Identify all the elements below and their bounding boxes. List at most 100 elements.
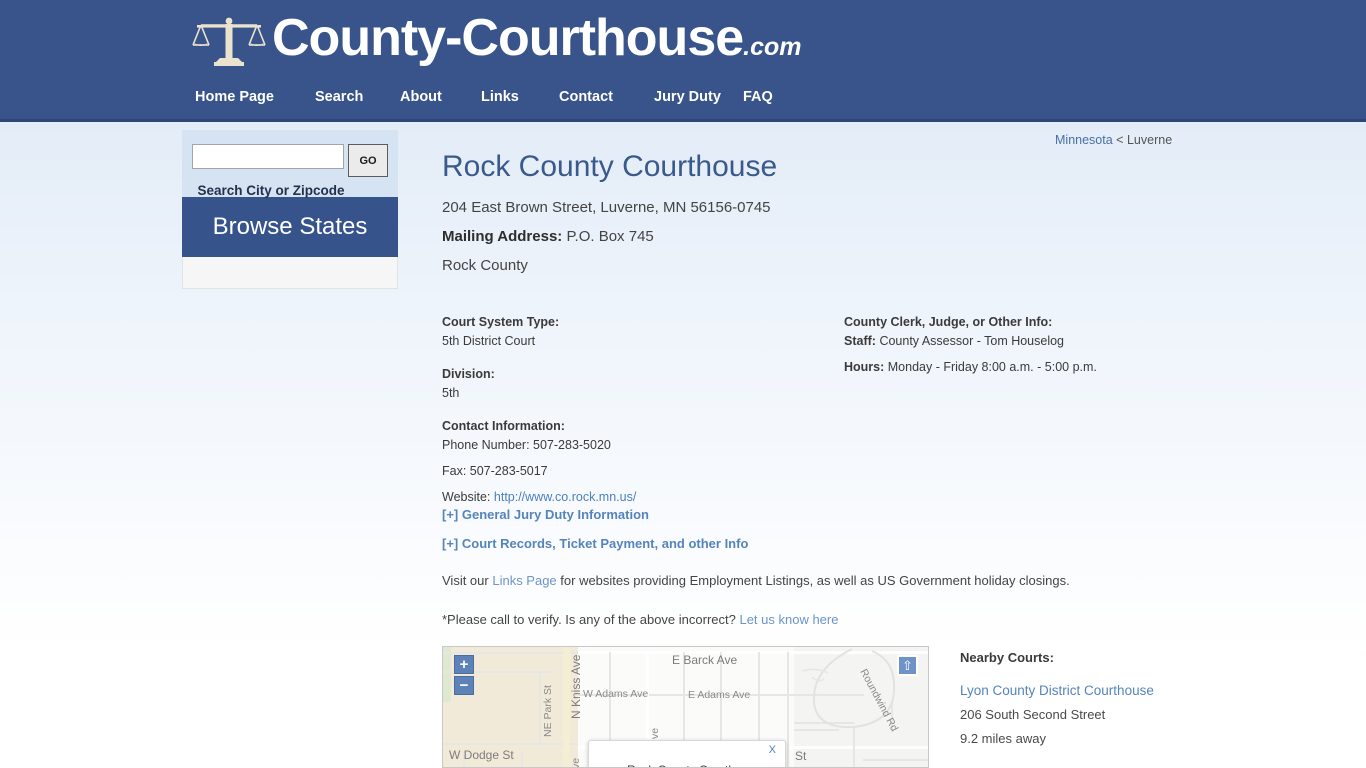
hours-value: Monday - Friday 8:00 a.m. - 5:00 p.m. (887, 360, 1097, 374)
breadcrumb-city: Luverne (1126, 133, 1173, 147)
expander-court-records[interactable]: [+] Court Records, Ticket Payment, and o… (442, 536, 1232, 551)
links-paragraph: Visit our Links Page for websites provid… (442, 572, 1232, 590)
nav-item-contact[interactable]: Contact (559, 89, 613, 105)
website-line: Website: http://www.co.rock.mn.us/ (442, 488, 822, 507)
division-value: 5th (442, 386, 460, 400)
court-system-value: 5th District Court (442, 334, 536, 348)
browse-states-button[interactable]: Browse States (182, 197, 398, 257)
map-info-popup: X Rock County Courthouse (588, 740, 786, 767)
map-road (443, 652, 578, 654)
nearby-court-address: 206 South Second Street (960, 707, 1106, 722)
info-column-right: County Clerk, Judge, or Other Info: Staf… (844, 313, 1224, 377)
nearby-court-link[interactable]: Lyon County District Courthouse (960, 683, 1260, 698)
go-button[interactable]: GO (348, 144, 388, 177)
links-paragraph-post: for websites providing Employment Listin… (556, 573, 1070, 588)
nearby-court-distance: 9.2 miles away (960, 731, 1046, 746)
map-park-area (443, 647, 451, 702)
site-header: County-Courthouse.com Home Page Search A… (0, 0, 1366, 122)
nearby-courts-heading: Nearby Courts: (960, 650, 1054, 665)
website-link[interactable]: http://www.co.rock.mn.us/ (494, 490, 636, 504)
sidebar-footer-panel (182, 257, 398, 289)
map-popup-close-icon[interactable]: X (769, 744, 776, 756)
map-street-label-ve-upper: ve (649, 727, 661, 739)
search-caption: Search City or Zipcode (197, 183, 345, 198)
contact-group: Contact Information: Phone Number: 507-2… (442, 417, 822, 507)
hours-label: Hours: (844, 360, 885, 374)
contact-label: Contact Information: (442, 419, 565, 433)
verify-paragraph-pre: *Please call to verify. Is any of the ab… (442, 612, 740, 627)
division-label: Division: (442, 367, 495, 381)
staff-line: Staff: County Assessor - Tom Houselog (844, 332, 1224, 351)
search-row: GO (192, 144, 388, 177)
site-logo[interactable]: County-Courthouse.com (190, 8, 802, 77)
map-road (758, 652, 760, 746)
breadcrumb: Minnesota < Luverne (1055, 133, 1172, 147)
nav-item-about[interactable]: About (400, 89, 442, 105)
nav-slot: Jury Duty (654, 88, 743, 106)
map-street-label-ve-lower: ve (570, 757, 582, 768)
map-pan-up-button[interactable]: ⇧ (897, 655, 918, 676)
street-address: 204 East Brown Street, Luverne, MN 56156… (442, 199, 771, 216)
links-page-link[interactable]: Links Page (492, 573, 556, 588)
nav-slot: Home Page (195, 88, 315, 106)
county-name: Rock County (442, 257, 528, 274)
staff-label: Staff: (844, 334, 876, 348)
map-zoom-in-button[interactable]: + (454, 655, 474, 674)
info-column-left: Court System Type: 5th District Court Di… (442, 313, 822, 521)
court-system-group: Court System Type: 5th District Court (442, 313, 822, 351)
sidebar: GO Search City or Zipcode Browse States (182, 130, 398, 289)
nav-item-links[interactable]: Links (481, 89, 519, 105)
court-system-label: Court System Type: (442, 315, 560, 329)
page-title: Rock County Courthouse (442, 150, 778, 183)
verify-paragraph: *Please call to verify. Is any of the ab… (442, 611, 1232, 629)
map-zoom-controls: + − (454, 655, 474, 695)
main-content: Rock County Courthouse 204 East Brown St… (442, 146, 1232, 629)
main-navigation: Home Page Search About Links Contact Jur… (195, 88, 773, 106)
let-us-know-link[interactable]: Let us know here (739, 612, 838, 627)
map-street-label-e-barck-ave: E Barck Ave (672, 653, 738, 667)
map-street-label-ne-park-st: NE Park St (542, 685, 554, 737)
clerk-label: County Clerk, Judge, or Other Info: (844, 315, 1053, 329)
nearby-court-item: Lyon County District Courthouse 206 Sout… (960, 683, 1260, 746)
nav-slot: Contact (559, 88, 654, 106)
scales-of-justice-icon (190, 12, 268, 74)
search-input[interactable] (192, 144, 344, 169)
nav-slot: Links (481, 88, 559, 106)
map-road (443, 743, 578, 745)
nav-slot: About (400, 88, 481, 106)
mailing-address-line: Mailing Address: P.O. Box 745 (442, 228, 1232, 246)
map-street-label-n-kniss-ave: N Kniss Ave (569, 654, 583, 719)
mailing-address-value: P.O. Box 745 (566, 228, 654, 245)
nav-slot: Search (315, 88, 400, 106)
map-road (539, 671, 541, 745)
nav-item-search[interactable]: Search (315, 89, 363, 105)
nav-item-jury-duty[interactable]: Jury Duty (654, 89, 721, 105)
phone-number: Phone Number: 507-283-5020 (442, 438, 611, 452)
site-logo-text: County-Courthouse.com (272, 9, 802, 67)
fax-number: Fax: 507-283-5017 (442, 464, 548, 478)
nav-item-faq[interactable]: FAQ (743, 89, 773, 105)
map-widget[interactable]: E Barck Ave W Adams Ave E Adams Ave N Kn… (442, 646, 929, 768)
search-panel: GO Search City or Zipcode (182, 130, 398, 198)
map-street-label-e-adams-ave: E Adams Ave (688, 689, 751, 701)
nearby-courts-panel: Nearby Courts: Lyon County District Cour… (960, 650, 1260, 746)
website-label: Website: (442, 490, 491, 504)
map-street-label-w-dodge-st: W Dodge St (449, 748, 514, 762)
map-street-label-w-adams-ave: W Adams Ave (583, 688, 649, 700)
map-popup-title: Rock County Courthouse (627, 763, 761, 767)
nav-slot: FAQ (743, 88, 773, 106)
division-group: Division: 5th (442, 365, 822, 403)
links-paragraph-pre: Visit our (442, 573, 493, 588)
info-columns: Court System Type: 5th District Court Di… (442, 313, 1232, 504)
mailing-address-label: Mailing Address: (442, 228, 563, 245)
site-logo-suffix: .com (743, 33, 802, 61)
map-road (521, 752, 523, 767)
map-road (787, 652, 789, 767)
map-zoom-out-button[interactable]: − (454, 676, 474, 695)
hours-line: Hours: Monday - Friday 8:00 a.m. - 5:00 … (844, 358, 1224, 377)
staff-value: County Assessor - Tom Houselog (879, 334, 1065, 348)
breadcrumb-separator: < (1116, 133, 1124, 147)
breadcrumb-state-link[interactable]: Minnesota (1055, 133, 1113, 147)
map-street-label-st: St (795, 749, 807, 763)
nav-item-home-page[interactable]: Home Page (195, 89, 274, 105)
